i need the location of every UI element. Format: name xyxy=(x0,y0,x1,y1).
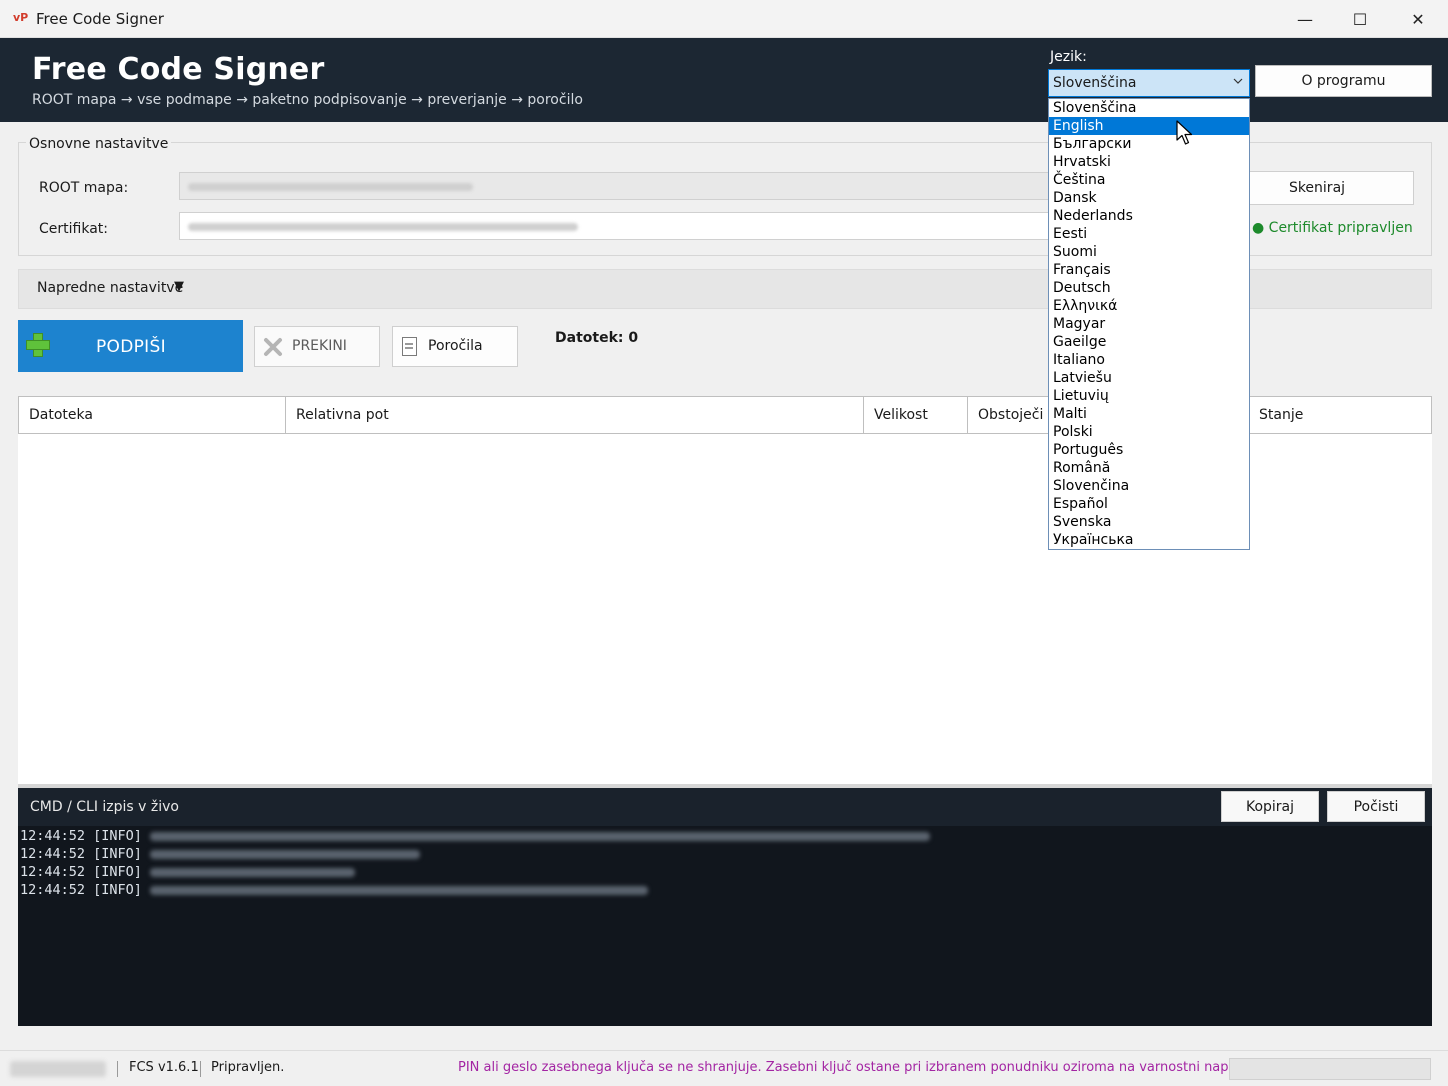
console-header: CMD / CLI izpis v živo Kopiraj Počisti xyxy=(18,788,1432,826)
language-option[interactable]: Hrvatski xyxy=(1049,153,1249,171)
column-header-size[interactable]: Velikost xyxy=(864,397,968,433)
status-progress xyxy=(1229,1058,1431,1080)
language-option[interactable]: Українська xyxy=(1049,531,1249,549)
plus-icon xyxy=(26,333,50,357)
window-titlebar: vP Free Code Signer — ☐ ✕ xyxy=(0,0,1448,38)
language-option[interactable]: Nederlands xyxy=(1049,207,1249,225)
language-select-value: Slovenščina xyxy=(1053,75,1137,91)
language-option[interactable]: Ελληνικά xyxy=(1049,297,1249,315)
language-option[interactable]: Italiano xyxy=(1049,351,1249,369)
advanced-settings-label: Napredne nastavitve xyxy=(37,280,184,296)
log-line: 12:44:52 [INFO] xyxy=(20,864,142,880)
triangle-down-icon: ▼ xyxy=(174,279,184,294)
app-heading: Free Code Signer xyxy=(32,52,325,87)
chevron-down-icon xyxy=(1233,78,1243,84)
redacted-certificate xyxy=(188,223,578,231)
column-header-relative-path[interactable]: Relativna pot xyxy=(286,397,864,433)
redacted-log-text xyxy=(150,850,420,859)
certificate-input[interactable] xyxy=(179,212,1059,240)
language-option[interactable]: Svenska xyxy=(1049,513,1249,531)
close-button[interactable]: ✕ xyxy=(1389,0,1447,38)
language-option[interactable]: Malti xyxy=(1049,405,1249,423)
language-option[interactable]: Dansk xyxy=(1049,189,1249,207)
language-option[interactable]: English xyxy=(1049,117,1249,135)
file-count: Datotek: 0 xyxy=(555,330,639,346)
copy-button[interactable]: Kopiraj xyxy=(1221,791,1319,822)
minimize-button[interactable]: — xyxy=(1276,0,1334,38)
language-option[interactable]: Gaeilge xyxy=(1049,333,1249,351)
log-line: 12:44:52 [INFO] xyxy=(20,846,142,862)
status-separator xyxy=(117,1061,118,1077)
basic-settings-legend: Osnovne nastavitve xyxy=(26,136,172,152)
app-logo-icon: vP xyxy=(13,11,29,24)
sign-button-label: PODPIŠI xyxy=(96,337,166,357)
reports-button[interactable]: Poročila xyxy=(392,326,518,367)
minimize-icon: — xyxy=(1297,9,1313,29)
language-option[interactable]: Magyar xyxy=(1049,315,1249,333)
close-icon: ✕ xyxy=(1411,9,1425,29)
root-folder-label: ROOT mapa: xyxy=(39,180,129,196)
language-option[interactable]: Deutsch xyxy=(1049,279,1249,297)
clear-button[interactable]: Počisti xyxy=(1327,791,1425,822)
privacy-notice: PIN ali geslo zasebnega ključa se ne shr… xyxy=(458,1060,1258,1075)
language-option[interactable]: Polski xyxy=(1049,423,1249,441)
column-header-status[interactable]: Stanje xyxy=(1249,397,1431,433)
status-text: Pripravljen. xyxy=(211,1060,285,1075)
language-option[interactable]: Български xyxy=(1049,135,1249,153)
language-option[interactable]: Română xyxy=(1049,459,1249,477)
redacted-log-text xyxy=(150,886,648,895)
maximize-button[interactable]: ☐ xyxy=(1331,0,1389,38)
status-bar: FCS v1.6.1 Pripravljen. PIN ali geslo za… xyxy=(0,1050,1448,1086)
language-option[interactable]: Latviešu xyxy=(1049,369,1249,387)
reports-button-label: Poročila xyxy=(428,338,483,354)
mouse-cursor-icon xyxy=(1176,120,1193,145)
about-button[interactable]: O programu xyxy=(1255,65,1432,97)
language-option[interactable]: Čeština xyxy=(1049,171,1249,189)
certificate-status: ● Certifikat pripravljen xyxy=(1252,220,1413,236)
language-option[interactable]: Suomi xyxy=(1049,243,1249,261)
language-option[interactable]: Eesti xyxy=(1049,225,1249,243)
maximize-icon: ☐ xyxy=(1352,9,1368,29)
sign-button[interactable]: PODPIŠI xyxy=(18,320,243,372)
cancel-button-label: PREKINI xyxy=(292,338,347,354)
redacted-log-text xyxy=(150,868,355,877)
document-icon xyxy=(402,337,417,356)
console-title: CMD / CLI izpis v živo xyxy=(30,799,179,815)
language-dropdown-list: Slovenščina English Български Hrvatski Češti… xyxy=(1048,98,1250,550)
language-option[interactable]: Português xyxy=(1049,441,1249,459)
version-label: FCS v1.6.1 xyxy=(129,1060,199,1075)
redacted-status xyxy=(10,1061,106,1077)
redacted-path xyxy=(188,183,473,191)
root-folder-input[interactable] xyxy=(179,172,1059,200)
language-select[interactable]: Slovenščina xyxy=(1048,69,1250,97)
console-panel: CMD / CLI izpis v živo Kopiraj Počisti 1… xyxy=(18,788,1432,1026)
language-option[interactable]: Español xyxy=(1049,495,1249,513)
log-line: 12:44:52 [INFO] xyxy=(20,828,142,844)
app-subtitle: ROOT mapa → vse podmape → paketno podpis… xyxy=(32,92,583,108)
cancel-button[interactable]: PREKINI xyxy=(254,326,380,367)
window-title: Free Code Signer xyxy=(36,10,164,28)
log-line: 12:44:52 [INFO] xyxy=(20,882,142,898)
status-separator xyxy=(200,1061,201,1077)
language-option[interactable]: Slovenčina xyxy=(1049,477,1249,495)
language-option[interactable]: Lietuvių xyxy=(1049,387,1249,405)
language-label: Jezik: xyxy=(1050,49,1087,65)
redacted-log-text xyxy=(150,832,930,841)
language-option[interactable]: Slovenščina xyxy=(1049,99,1249,117)
language-option[interactable]: Français xyxy=(1049,261,1249,279)
certificate-label: Certifikat: xyxy=(39,221,108,237)
column-header-file[interactable]: Datoteka xyxy=(19,397,286,433)
x-icon xyxy=(264,338,282,356)
